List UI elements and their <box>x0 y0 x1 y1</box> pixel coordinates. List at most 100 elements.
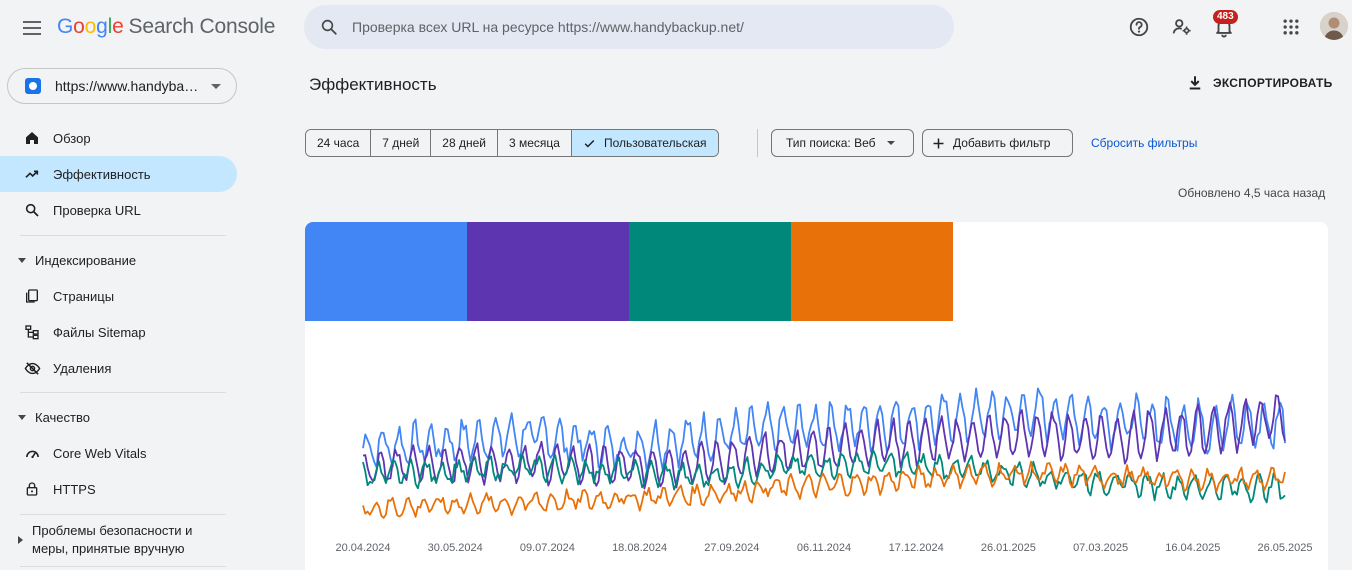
performance-line-chart: 20.04.2024 30.05.2024 09.07.2024 18.08.2024… <box>335 387 1313 554</box>
search-type-filter[interactable]: Тип поиска: Веб <box>771 129 914 157</box>
manage-users-icon[interactable] <box>1169 14 1195 40</box>
sidebar-item-pages[interactable]: Страницы <box>0 278 237 314</box>
sidebar-item-https[interactable]: HTTPS <box>0 471 237 507</box>
date-range-label: 7 дней <box>382 136 420 150</box>
x-tick-label: 09.07.2024 <box>520 542 575 554</box>
chevron-down-icon <box>211 83 221 89</box>
sidebar-item-core-web-vitals[interactable]: Core Web Vitals <box>0 435 237 471</box>
x-tick-label: 16.04.2025 <box>1165 542 1220 554</box>
date-range-label: 3 месяца <box>508 136 560 150</box>
sidebar-divider <box>20 514 226 515</box>
sidebar-item-removals[interactable]: Удаления <box>0 350 237 386</box>
menu-icon[interactable] <box>18 14 46 42</box>
x-tick-label: 07.03.2025 <box>1073 542 1128 554</box>
sidebar-item-label: Удаления <box>53 360 112 376</box>
date-range-label: Пользовательская <box>603 136 707 150</box>
performance-chart-card: 20.04.2024 30.05.2024 09.07.2024 18.08.2024… <box>305 222 1328 570</box>
top-app-bar: GoogleSearch Console 483 <box>0 0 1352 56</box>
date-range-24h[interactable]: 24 часа <box>306 130 372 156</box>
chip-label: Тип поиска: Веб <box>786 136 876 150</box>
download-icon <box>1189 76 1201 90</box>
sidebar-item-label: Эффективность <box>53 166 151 182</box>
search-input[interactable] <box>352 19 912 35</box>
date-range-custom[interactable]: Пользовательская <box>571 130 718 156</box>
speed-icon <box>23 444 41 462</box>
add-filter-button[interactable]: Добавить фильтр <box>922 129 1073 157</box>
property-selector[interactable]: https://www.handybackup.net/ <box>7 68 237 104</box>
date-range-3m[interactable]: 3 месяца <box>497 130 572 156</box>
section-title-line: Проблемы безопасности и <box>32 523 193 538</box>
expand-arrow-icon <box>18 257 26 263</box>
date-range-7d[interactable]: 7 дней <box>371 130 432 156</box>
sidebar-divider <box>20 235 226 236</box>
logo-letter: o <box>73 15 85 38</box>
metric-tile-position[interactable] <box>791 222 953 321</box>
chevron-down-icon <box>887 141 896 145</box>
x-tick-label: 26.05.2025 <box>1257 542 1312 554</box>
section-title-line: меры, принятые вручную <box>32 541 185 556</box>
sidebar-divider <box>20 392 226 393</box>
x-tick-label: 06.11.2024 <box>797 542 851 554</box>
logo-letter: o <box>84 15 97 38</box>
plus-icon <box>933 138 944 148</box>
sidebar-item-label: Страницы <box>53 288 115 304</box>
section-security[interactable]: Проблемы безопасности и меры, принятые в… <box>0 522 237 562</box>
product-name: Search Console <box>128 15 276 38</box>
date-range-selector: 24 часа 7 дней 28 дней 3 месяца Пользова… <box>305 129 719 157</box>
url-inspection-search[interactable] <box>304 5 954 49</box>
sidebar-item-performance[interactable]: Эффективность <box>0 156 237 192</box>
sidebar-item-label: Проверка URL <box>53 202 141 218</box>
section-quality[interactable]: Качество <box>0 401 237 433</box>
navigation-sidebar: https://www.handybackup.net/ Обзор Эффек… <box>0 56 240 570</box>
product-logo[interactable]: Google Search Console <box>57 15 275 39</box>
export-button[interactable]: ЭКСПОРТИРОВАТЬ <box>1186 74 1333 92</box>
metric-tile-clicks[interactable] <box>305 222 467 321</box>
search-icon <box>23 201 41 219</box>
date-range-label: 28 дней <box>442 136 486 150</box>
sidebar-item-label: Обзор <box>53 130 91 146</box>
logo-letter: g <box>96 15 108 38</box>
home-icon <box>23 129 41 147</box>
sidebar-item-label: HTTPS <box>53 481 96 497</box>
logo-letter: e <box>112 15 124 38</box>
x-tick-label: 26.01.2025 <box>981 542 1036 554</box>
x-tick-label: 20.04.2024 <box>335 542 390 554</box>
x-tick-label: 17.12.2024 <box>889 542 944 554</box>
notifications-badge: 483 <box>1213 10 1238 24</box>
help-icon[interactable] <box>1126 14 1152 40</box>
chip-label: Добавить фильтр <box>953 136 1051 150</box>
trending-up-icon <box>23 165 41 183</box>
metric-tile-ctr[interactable] <box>629 222 791 321</box>
page-title: Эффективность <box>309 75 437 94</box>
date-range-label: 24 часа <box>317 136 360 150</box>
expand-arrow-icon <box>18 414 26 420</box>
sitemap-icon <box>23 323 41 341</box>
sidebar-divider <box>20 566 226 567</box>
x-tick-label: 18.08.2024 <box>612 542 667 554</box>
section-title: Индексирование <box>35 252 137 268</box>
section-title: Качество <box>35 409 90 425</box>
export-label: ЭКСПОРТИРОВАТЬ <box>1213 76 1333 90</box>
sidebar-item-label: Core Web Vitals <box>53 445 147 461</box>
collapsed-arrow-icon <box>18 536 23 544</box>
section-indexing[interactable]: Индексирование <box>0 244 237 276</box>
sidebar-item-overview[interactable]: Обзор <box>0 120 237 156</box>
section-title: Проблемы безопасности и меры, принятые в… <box>32 522 192 558</box>
reset-filters-link[interactable]: Сбросить фильтры <box>1091 136 1197 150</box>
x-tick-label: 27.09.2024 <box>704 542 759 554</box>
property-url: https://www.handybackup.net/ <box>55 78 201 94</box>
metric-tile-impressions[interactable] <box>467 222 629 321</box>
apps-grid-icon[interactable] <box>1278 14 1304 40</box>
date-range-28d[interactable]: 28 дней <box>431 130 498 156</box>
sidebar-item-label: Файлы Sitemap <box>53 324 146 340</box>
visibility-off-icon <box>23 359 41 377</box>
updated-timestamp: Обновлено 4,5 часа назад <box>1178 186 1326 200</box>
logo-letter: G <box>57 15 74 38</box>
search-icon <box>321 19 337 35</box>
avatar[interactable] <box>1320 12 1348 40</box>
sidebar-item-sitemaps[interactable]: Файлы Sitemap <box>0 314 237 350</box>
toolbar-divider <box>757 129 758 157</box>
site-favicon-icon <box>25 78 41 94</box>
lock-icon <box>23 480 41 498</box>
sidebar-item-url-inspection[interactable]: Проверка URL <box>0 192 237 228</box>
